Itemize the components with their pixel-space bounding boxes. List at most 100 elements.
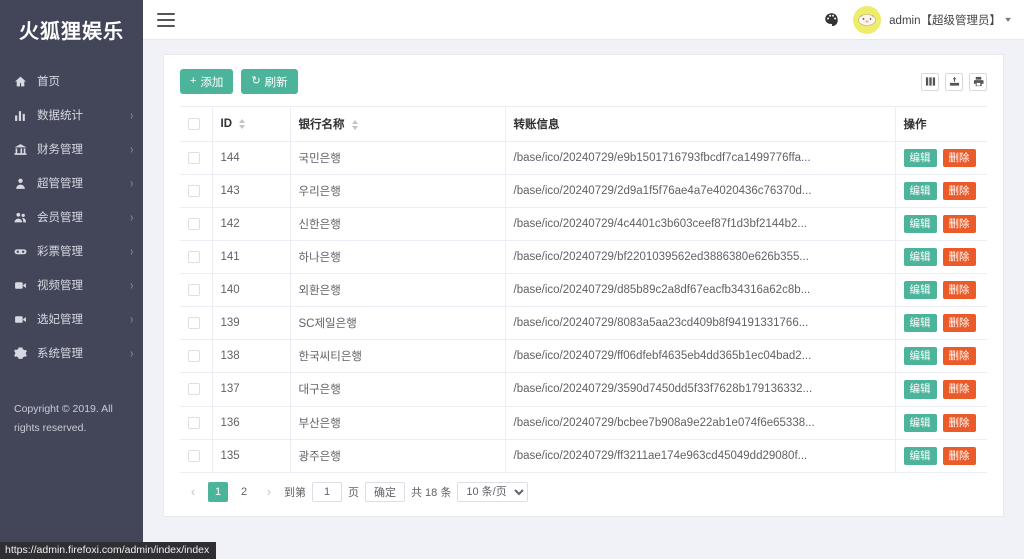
delete-button[interactable]: 删除 [943,248,976,266]
delete-button[interactable]: 删除 [943,314,976,332]
row-checkbox-cell [180,307,212,340]
add-button[interactable]: + 添加 [180,69,233,94]
sidebar-item-lottery[interactable]: 彩票管理 › [0,234,143,268]
cell-bank: 대구은행 [290,373,505,406]
goto-page-input[interactable] [312,482,342,502]
edit-button[interactable]: 编辑 [904,248,937,266]
cell-id: 137 [212,373,290,406]
table-row: 135광주은행/base/ico/20240729/ff3211ae174e96… [180,439,987,472]
row-checkbox-cell [180,340,212,373]
delete-button[interactable]: 删除 [943,149,976,167]
row-checkbox[interactable] [188,185,200,197]
user-icon [12,175,28,191]
plus-icon: + [190,76,196,87]
row-checkbox[interactable] [188,152,200,164]
row-checkbox[interactable] [188,251,200,263]
edit-button[interactable]: 编辑 [904,380,937,398]
cell-info: /base/ico/20240729/4c4401c3b603ceef87f1d… [505,208,895,241]
app-root: 火狐狸娱乐 首页 数据统计 › 财务管理 [0,0,1024,559]
page-size-select[interactable]: 10 条/页 [457,482,528,502]
row-checkbox[interactable] [188,383,200,395]
cell-actions: 编辑删除 [895,175,987,208]
cell-info: /base/ico/20240729/8083a5aa23cd409b8f941… [505,307,895,340]
row-checkbox[interactable] [188,284,200,296]
table-toolbar: + 添加 ↻ 刷新 [180,69,987,94]
print-icon[interactable] [969,73,987,91]
page-button-1[interactable]: 1 [208,482,228,502]
sidebar-item-label: 超管管理 [37,175,126,191]
table-row: 140외환은행/base/ico/20240729/d85b89c2a8df67… [180,274,987,307]
column-header-action: 操作 [895,107,987,142]
column-header-bank[interactable]: 银行名称 [290,107,505,142]
edit-button[interactable]: 编辑 [904,447,937,465]
edit-button[interactable]: 编辑 [904,281,937,299]
sidebar-item-selection[interactable]: 选妃管理 › [0,302,143,336]
chevron-right-icon: › [130,108,133,122]
sort-icon[interactable] [352,120,358,130]
table-body: 144국민은행/base/ico/20240729/e9b1501716793f… [180,142,987,473]
row-checkbox-cell [180,373,212,406]
edit-button[interactable]: 编辑 [904,215,937,233]
sidebar-item-finance[interactable]: 财务管理 › [0,132,143,166]
row-checkbox[interactable] [188,317,200,329]
cell-actions: 编辑删除 [895,142,987,175]
sidebar-item-label: 首页 [37,73,129,89]
sidebar-item-admin[interactable]: 超管管理 › [0,166,143,200]
column-header-id[interactable]: ID [212,107,290,142]
sidebar-item-members[interactable]: 会员管理 › [0,200,143,234]
table-row: 136부산은행/base/ico/20240729/bcbee7b908a9e2… [180,406,987,439]
chevron-right-icon: › [130,142,133,156]
table-row: 137대구은행/base/ico/20240729/3590d7450dd5f3… [180,373,987,406]
video-icon [12,311,28,327]
page-button-2[interactable]: 2 [234,482,254,502]
topbar: admin【超级管理员】 ▾ [143,0,1024,40]
delete-button[interactable]: 删除 [943,414,976,432]
cell-id: 138 [212,340,290,373]
delete-button[interactable]: 删除 [943,215,976,233]
sidebar-item-statistics[interactable]: 数据统计 › [0,98,143,132]
row-checkbox[interactable] [188,218,200,230]
cell-actions: 编辑删除 [895,274,987,307]
content-area: + 添加 ↻ 刷新 [143,40,1024,559]
delete-button[interactable]: 删除 [943,281,976,299]
cell-actions: 编辑删除 [895,340,987,373]
cell-bank: 국민은행 [290,142,505,175]
cell-bank: 부산은행 [290,406,505,439]
edit-button[interactable]: 编辑 [904,149,937,167]
hamburger-icon[interactable] [157,13,175,27]
user-menu[interactable]: admin【超级管理员】 ▾ [889,12,1010,28]
cell-info: /base/ico/20240729/ff06dfebf4635eb4dd365… [505,340,895,373]
edit-button[interactable]: 编辑 [904,347,937,365]
sidebar-item-home[interactable]: 首页 [0,64,143,98]
cell-id: 144 [212,142,290,175]
bank-icon [12,141,28,157]
delete-button[interactable]: 删除 [943,347,976,365]
column-header-bank-label: 银行名称 [299,119,345,131]
edit-button[interactable]: 编辑 [904,182,937,200]
avatar[interactable] [853,6,881,34]
table-tool-icons [921,73,987,91]
refresh-button[interactable]: ↻ 刷新 [241,69,297,94]
row-checkbox[interactable] [188,417,200,429]
cell-actions: 编辑删除 [895,406,987,439]
delete-button[interactable]: 删除 [943,182,976,200]
delete-button[interactable]: 删除 [943,447,976,465]
sidebar-item-video[interactable]: 视频管理 › [0,268,143,302]
delete-button[interactable]: 删除 [943,380,976,398]
edit-button[interactable]: 编辑 [904,314,937,332]
select-all-checkbox[interactable] [188,118,200,130]
next-page-button[interactable]: › [260,482,278,502]
palette-icon[interactable] [824,12,839,27]
export-icon[interactable] [945,73,963,91]
status-bar-url: https://admin.firefoxi.com/admin/index/i… [0,542,216,559]
row-checkbox[interactable] [188,350,200,362]
edit-button[interactable]: 编辑 [904,414,937,432]
sort-icon[interactable] [239,119,245,129]
row-checkbox-cell [180,439,212,472]
row-checkbox[interactable] [188,450,200,462]
prev-page-button[interactable]: ‹ [184,482,202,502]
confirm-page-button[interactable]: 确定 [365,482,405,502]
sidebar-item-system[interactable]: 系统管理 › [0,336,143,370]
table-row: 141하나은행/base/ico/20240729/bf2201039562ed… [180,241,987,274]
columns-icon[interactable] [921,73,939,91]
